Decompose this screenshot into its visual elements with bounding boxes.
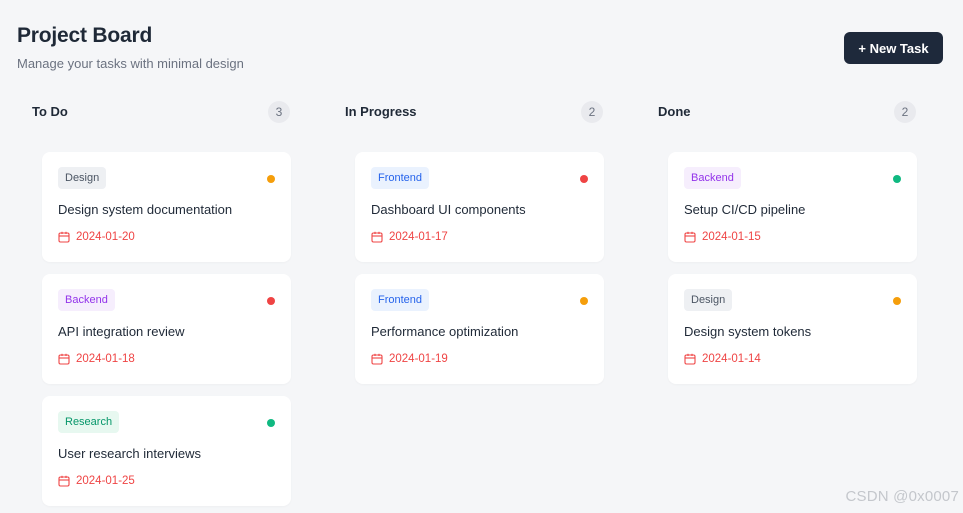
task-title: Performance optimization: [371, 324, 519, 339]
task-date: 2024-01-17: [371, 231, 448, 243]
task-date-text: 2024-01-19: [389, 353, 448, 365]
calendar-icon: [684, 231, 696, 243]
task-title: Design system documentation: [58, 202, 233, 217]
task-title: User research interviews: [58, 446, 202, 461]
priority-dot: [267, 297, 275, 305]
task-date: 2024-01-15: [684, 231, 761, 243]
task-card[interactable]: Research User research interviews 2024-0…: [42, 396, 291, 506]
task-card[interactable]: Frontend Performance optimization 2024-0…: [355, 274, 604, 384]
task-date: 2024-01-19: [371, 353, 448, 365]
column-done: Done 2 Backend Setup CI/CD pipeline 2024…: [643, 100, 917, 384]
column-title: In Progress: [345, 104, 417, 119]
task-tag: Design: [684, 289, 733, 311]
column-count-badge: 3: [268, 101, 290, 123]
task-date: 2024-01-14: [684, 353, 761, 365]
column-title: Done: [658, 104, 691, 119]
column-to-do: To Do 3 Design Design system documentati…: [17, 100, 291, 506]
column-header: Done 2: [643, 100, 916, 124]
task-title: Design system tokens: [684, 324, 812, 339]
priority-dot: [580, 175, 588, 183]
card-list: Backend Setup CI/CD pipeline 2024-01-15 …: [668, 152, 917, 396]
task-title: Dashboard UI components: [371, 202, 526, 217]
calendar-icon: [58, 475, 70, 487]
task-date-text: 2024-01-25: [76, 475, 135, 487]
task-date: 2024-01-25: [58, 475, 135, 487]
task-title: Setup CI/CD pipeline: [684, 202, 806, 217]
column-header: To Do 3: [17, 100, 290, 124]
new-task-button[interactable]: + New Task: [844, 32, 943, 64]
task-card[interactable]: Frontend Dashboard UI components 2024-01…: [355, 152, 604, 262]
column-in-progress: In Progress 2 Frontend Dashboard UI comp…: [330, 100, 604, 384]
card-list: Frontend Dashboard UI components 2024-01…: [355, 152, 604, 396]
column-count-badge: 2: [894, 101, 916, 123]
task-tag: Design: [58, 167, 107, 189]
page-header: Project Board Manage your tasks with min…: [17, 24, 244, 71]
task-tag: Research: [58, 411, 120, 433]
page-title: Project Board: [17, 24, 153, 47]
task-card[interactable]: Backend API integration review 2024-01-1…: [42, 274, 291, 384]
task-card[interactable]: Design Design system documentation 2024-…: [42, 152, 291, 262]
calendar-icon: [58, 353, 70, 365]
calendar-icon: [371, 231, 383, 243]
task-date-text: 2024-01-20: [76, 231, 135, 243]
task-date-text: 2024-01-14: [702, 353, 761, 365]
column-count-badge: 2: [581, 101, 603, 123]
calendar-icon: [371, 353, 383, 365]
task-title: API integration review: [58, 324, 185, 339]
project-board-page: Project Board Manage your tasks with min…: [0, 0, 963, 513]
task-tag: Frontend: [371, 167, 430, 189]
priority-dot: [267, 175, 275, 183]
task-date: 2024-01-18: [58, 353, 135, 365]
watermark-text: CSDN @0x0007: [845, 488, 959, 505]
priority-dot: [580, 297, 588, 305]
priority-dot: [267, 419, 275, 427]
page-subtitle: Manage your tasks with minimal design: [17, 56, 244, 71]
calendar-icon: [58, 231, 70, 243]
task-card[interactable]: Backend Setup CI/CD pipeline 2024-01-15: [668, 152, 917, 262]
column-title: To Do: [32, 104, 68, 119]
task-tag: Backend: [58, 289, 115, 311]
task-date-text: 2024-01-18: [76, 353, 135, 365]
column-header: In Progress 2: [330, 100, 603, 124]
task-date-text: 2024-01-17: [389, 231, 448, 243]
calendar-icon: [684, 353, 696, 365]
task-date: 2024-01-20: [58, 231, 135, 243]
card-list: Design Design system documentation 2024-…: [42, 152, 291, 513]
task-card[interactable]: Design Design system tokens 2024-01-14: [668, 274, 917, 384]
task-date-text: 2024-01-15: [702, 231, 761, 243]
task-tag: Frontend: [371, 289, 430, 311]
task-tag: Backend: [684, 167, 741, 189]
priority-dot: [893, 297, 901, 305]
priority-dot: [893, 175, 901, 183]
